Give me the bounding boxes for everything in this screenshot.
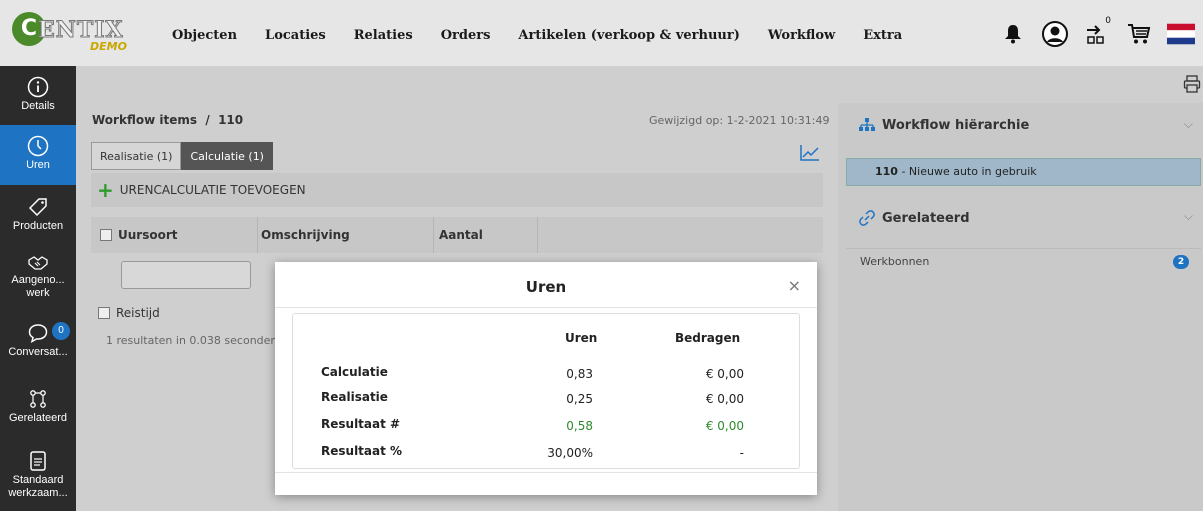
nav-locaties[interactable]: Locaties	[265, 28, 326, 43]
plus-icon: +	[97, 178, 114, 202]
column-bedragen: Bedragen	[675, 331, 741, 345]
sidebar-item-label: Uren	[26, 159, 50, 171]
conversation-count-badge: 0	[52, 322, 70, 340]
nav-extra[interactable]: Extra	[863, 28, 902, 43]
uren-summary-table: Uren Bedragen Calculatie 0,83 € 0,00 Rea…	[292, 313, 800, 469]
right-panel: Workflow hiërarchie ⌵ 110 - Nieuwe auto …	[838, 103, 1203, 511]
row-resultaat-pct-hours: 30,00%	[547, 446, 593, 460]
related-item-werkbonnen[interactable]: Werkbonnen 2	[846, 248, 1201, 274]
column-divider	[433, 217, 434, 253]
nav-objecten[interactable]: Objecten	[172, 28, 237, 43]
logo[interactable]: C ENTIX DEMO	[12, 12, 127, 56]
cart-icon[interactable]	[1125, 20, 1153, 48]
row-realisatie-amount: € 0,00	[705, 392, 744, 406]
select-all-checkbox[interactable]	[100, 229, 112, 241]
breadcrumb[interactable]: Workflow items / 110	[92, 113, 243, 127]
info-icon	[27, 76, 49, 98]
tab-calculatie[interactable]: Calculatie (1)	[181, 142, 273, 170]
column-omschrijving[interactable]: Omschrijving	[261, 228, 350, 242]
row-realisatie-hours: 0,25	[566, 392, 593, 406]
column-divider	[257, 217, 258, 253]
main-nav: Objecten Locaties Relaties Orders Artike…	[172, 28, 930, 43]
handshake-icon	[28, 256, 48, 270]
werkbonnen-count-badge: 2	[1173, 255, 1189, 269]
nav-relaties[interactable]: Relaties	[354, 28, 413, 43]
sidebar-item-conversaties[interactable]: 0 Conversat...	[0, 322, 76, 376]
flag-nl-icon[interactable]	[1167, 20, 1195, 48]
clock-icon	[27, 135, 49, 157]
row-realisatie-label: Realisatie	[321, 390, 388, 404]
modal-title: Uren	[525, 278, 567, 296]
sidebar-item-label: Standaard werkzaam...	[8, 474, 68, 499]
modified-timestamp: Gewijzigd op: 1-2-2021 10:31:49	[649, 114, 830, 127]
row-resultaat-pct-amount: -	[739, 446, 744, 460]
bell-icon[interactable]	[999, 20, 1027, 48]
tab-realisatie[interactable]: Realisatie (1)	[91, 142, 182, 170]
row-resultaat-abs-label: Resultaat #	[321, 417, 401, 431]
sidebar-item-producten[interactable]: Producten	[0, 196, 76, 246]
modal-footer-divider	[275, 472, 817, 473]
uursoort-filter-input[interactable]	[121, 261, 251, 289]
sidebar-item-label: Details	[21, 100, 55, 112]
hierarchy-item-110[interactable]: 110 - Nieuwe auto in gebruik	[846, 158, 1201, 186]
row-resultaat-pct-label: Resultaat %	[321, 444, 403, 458]
sidebar-item-label: Aangeno... werk	[11, 274, 65, 299]
close-icon[interactable]: ×	[788, 276, 801, 295]
sidebar-item-details[interactable]: Details	[0, 76, 76, 126]
column-uren: Uren	[565, 331, 598, 345]
column-divider	[537, 217, 538, 253]
print-icon[interactable]	[1183, 74, 1201, 97]
sidebar-item-aangenomen-werk[interactable]: Aangeno... werk	[0, 254, 76, 314]
logo-demo: DEMO	[90, 40, 127, 53]
column-uursoort[interactable]: Uursoort	[100, 228, 178, 242]
nav-workflow[interactable]: Workflow	[768, 28, 835, 43]
nav-artikelen[interactable]: Artikelen (verkoop & verhuur)	[518, 28, 739, 43]
cart-switch-icon[interactable]: 0	[1083, 16, 1111, 48]
row-resultaat-abs-amount: € 0,00	[705, 419, 744, 433]
add-urencalculatie-label: URENCALCULATIE TOEVOEGEN	[119, 183, 306, 197]
column-aantal[interactable]: Aantal	[439, 228, 483, 242]
sidebar-item-gerelateerd[interactable]: Gerelateerd	[0, 388, 76, 438]
sidebar-item-label: Conversat...	[8, 346, 68, 358]
chevron-down-icon[interactable]: ⌵	[1184, 117, 1193, 132]
toolbar-row	[76, 66, 1203, 103]
nav-orders[interactable]: Orders	[441, 28, 491, 43]
add-urencalculatie-button[interactable]: + URENCALCULATIE TOEVOEGEN	[91, 173, 823, 207]
row-checkbox[interactable]	[98, 307, 110, 319]
row-calculatie-hours: 0,83	[566, 367, 593, 381]
uren-modal: Uren × Uren Bedragen Calculatie 0,83 € 0…	[275, 262, 817, 495]
user-icon[interactable]	[1041, 20, 1069, 48]
row-resultaat-abs-hours: 0,58	[566, 419, 593, 433]
chat-icon	[28, 324, 48, 343]
hierarchy-icon	[859, 118, 875, 131]
chevron-down-icon[interactable]: ⌵	[1184, 209, 1193, 224]
related-icon	[30, 390, 46, 408]
sidebar-item-label: Producten	[12, 220, 64, 232]
top-icons: 0	[999, 16, 1195, 48]
document-icon	[30, 451, 46, 471]
sidebar-item-label: Gerelateerd	[8, 412, 68, 424]
left-sidebar: Details Uren Producten Aangeno... werk 0…	[0, 66, 76, 511]
sidebar-item-uren[interactable]: Uren	[0, 125, 76, 185]
top-bar: C ENTIX DEMO Objecten Locaties Relaties …	[0, 0, 1203, 66]
workflow-hierarchy-header[interactable]: Workflow hiërarchie	[858, 117, 1029, 133]
sidebar-item-standaard-werkzaamheden[interactable]: Standaard werkzaam...	[0, 450, 76, 511]
tab-bar: Realisatie (1) Calculatie (1)	[91, 142, 273, 170]
chart-icon[interactable]	[799, 144, 821, 165]
table-header: Uursoort Omschrijving Aantal	[91, 217, 823, 253]
row-calculatie-amount: € 0,00	[705, 367, 744, 381]
results-summary: 1 resultaten in 0.038 seconden	[106, 334, 278, 347]
link-icon	[859, 210, 875, 226]
tag-icon	[28, 198, 47, 217]
related-header[interactable]: Gerelateerd	[858, 209, 970, 227]
table-row[interactable]: Reistijd	[98, 306, 160, 320]
row-calculatie-label: Calculatie	[321, 365, 388, 379]
modal-divider	[275, 307, 817, 308]
cart-count: 0	[1105, 16, 1111, 26]
